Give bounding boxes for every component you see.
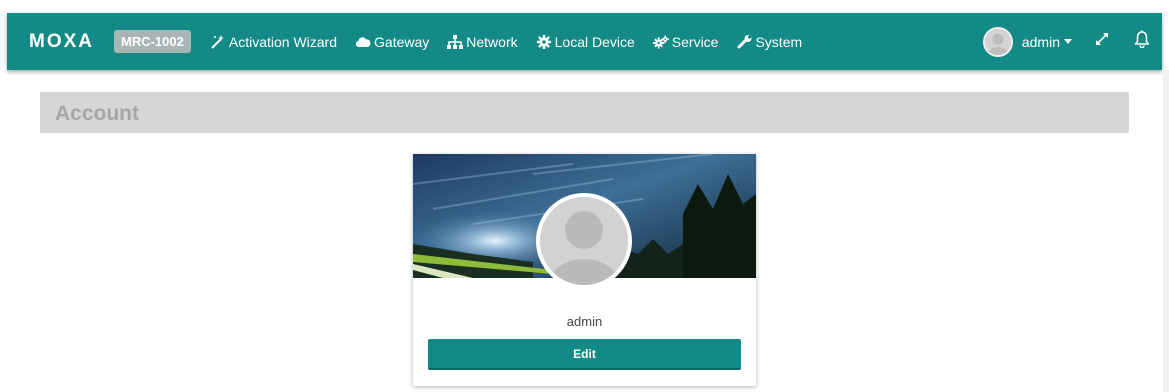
section-header: Account xyxy=(40,92,1129,133)
nav-label: Network xyxy=(466,33,518,50)
caret-down-icon xyxy=(1064,39,1072,44)
wrench-icon xyxy=(736,34,752,49)
nav-label: Activation Wizard xyxy=(228,33,338,50)
cogs-icon xyxy=(652,34,669,49)
user-area: admin xyxy=(982,13,1150,70)
model-badge: MRC-1002 xyxy=(114,30,191,53)
profile-avatar xyxy=(536,193,632,289)
fullscreen-button[interactable] xyxy=(1094,31,1110,52)
bell-icon xyxy=(1134,30,1150,53)
expand-icon xyxy=(1094,31,1110,52)
nav-local-device[interactable]: Local Device xyxy=(536,34,635,50)
top-navbar: MOXA MRC-1002 Activation Wizard Gateway … xyxy=(7,13,1162,70)
user-menu[interactable]: admin xyxy=(1022,34,1072,50)
magic-wand-icon xyxy=(210,34,226,49)
cloud-icon xyxy=(355,35,371,49)
moxa-logo[interactable]: MOXA xyxy=(29,31,94,53)
nav-system[interactable]: System xyxy=(736,34,802,50)
nav-network[interactable]: Network xyxy=(447,33,518,50)
nav-label: Gateway xyxy=(374,33,430,50)
nav-label: Local Device xyxy=(554,33,635,50)
nav-activation-wizard[interactable]: Activation Wizard xyxy=(210,34,337,50)
user-name: admin xyxy=(1021,33,1060,50)
nav-service[interactable]: Service xyxy=(652,33,719,50)
nav-gateway[interactable]: Gateway xyxy=(355,34,429,50)
cog-icon xyxy=(536,34,552,49)
sitemap-icon xyxy=(447,34,464,49)
scrollbar[interactable] xyxy=(1163,70,1169,392)
page-title: Account xyxy=(55,102,139,125)
nav-label: Service xyxy=(671,33,719,50)
edit-button[interactable]: Edit xyxy=(428,339,741,370)
main-nav: Activation Wizard Gateway Network Local … xyxy=(201,34,802,50)
notifications-button[interactable] xyxy=(1134,30,1150,53)
nav-label: System xyxy=(755,33,803,50)
account-card: admin Edit xyxy=(413,154,756,386)
account-name: admin xyxy=(566,314,603,329)
avatar[interactable] xyxy=(982,26,1013,57)
